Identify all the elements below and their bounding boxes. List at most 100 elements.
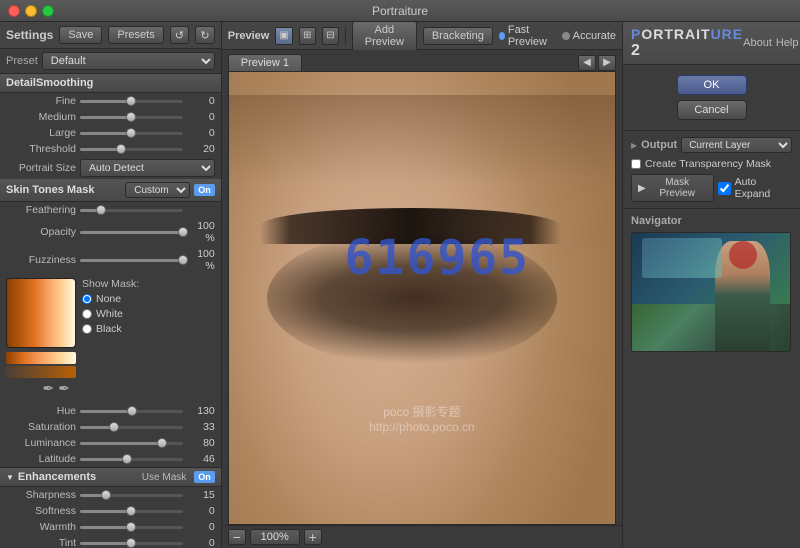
threshold-slider[interactable] bbox=[80, 148, 183, 151]
color-picker-area: ✒ ✒ Show Mask: None White bbox=[0, 274, 221, 403]
minimize-btn[interactable] bbox=[25, 5, 37, 17]
next-nav-btn[interactable]: ▶ bbox=[598, 55, 616, 71]
skin-tones-mask-header: Skin Tones Mask Custom On bbox=[0, 179, 221, 202]
about-button[interactable]: About bbox=[743, 37, 772, 49]
preview-tab-1[interactable]: Preview 1 bbox=[228, 54, 302, 71]
fine-slider[interactable] bbox=[80, 100, 183, 103]
large-slider[interactable] bbox=[80, 132, 183, 135]
threshold-value: 20 bbox=[187, 143, 215, 155]
output-header: ▶ Output Current Layer bbox=[631, 137, 792, 153]
medium-slider[interactable] bbox=[80, 116, 183, 119]
toolbar-separator bbox=[345, 28, 346, 44]
bracketing-button[interactable]: Bracketing bbox=[423, 27, 493, 45]
skin-tones-dropdown[interactable]: Custom bbox=[125, 182, 190, 198]
preview-image: 616965 poco 摄影专题 http://photo.poco.cn bbox=[229, 72, 615, 524]
app-title: Portraiture bbox=[372, 4, 428, 18]
left-panel-scroll: DetailSmoothing Fine 0 Medium 0 Lar bbox=[0, 74, 221, 548]
large-value: 0 bbox=[187, 127, 215, 139]
color-swatch[interactable] bbox=[6, 278, 76, 348]
sharpness-slider[interactable] bbox=[80, 494, 183, 497]
warmth-slider[interactable] bbox=[80, 526, 183, 529]
single-view-btn[interactable]: ▣ bbox=[275, 27, 292, 45]
fast-preview-option[interactable]: Fast Preview bbox=[499, 24, 556, 48]
enhancements-header: ▼ Enhancements Use Mask On bbox=[0, 467, 221, 487]
split-view-btn[interactable]: ⊞ bbox=[299, 27, 316, 45]
preview-canvas: 616965 poco 摄影专题 http://photo.poco.cn bbox=[228, 71, 616, 525]
softness-slider-row: Softness 0 bbox=[0, 503, 221, 519]
feathering-slider[interactable] bbox=[80, 209, 183, 212]
navigator-thumbnail bbox=[631, 232, 791, 352]
eyedropper-btn-1[interactable]: ✒ bbox=[43, 380, 55, 397]
mask-preview-chevron: ▶ bbox=[638, 183, 646, 194]
ok-button[interactable]: OK bbox=[677, 75, 747, 95]
portrait-size-label: Portrait Size bbox=[6, 162, 76, 174]
right-header-buttons: About Help bbox=[743, 37, 798, 49]
fuzziness-slider-row: Fuzziness 100 % bbox=[0, 246, 221, 274]
multi-view-btn[interactable]: ⊟ bbox=[322, 27, 339, 45]
close-btn[interactable] bbox=[8, 5, 20, 17]
eyedropper-btn-2[interactable]: ✒ bbox=[58, 380, 70, 397]
fuzziness-slider[interactable] bbox=[80, 259, 183, 262]
auto-expand-checkbox[interactable] bbox=[718, 182, 731, 195]
portrait-size-select[interactable]: Auto Detect bbox=[80, 159, 215, 177]
mask-preview-button[interactable]: ▶ Mask Preview bbox=[631, 174, 714, 202]
preset-row: Preset Default bbox=[0, 49, 221, 74]
tint-value: 0 bbox=[187, 537, 215, 548]
mask-preview-label: Mask Preview bbox=[648, 177, 707, 199]
softness-slider[interactable] bbox=[80, 510, 183, 513]
navigator-label: Navigator bbox=[631, 215, 792, 227]
opacity-slider-row: Opacity 100 % bbox=[0, 218, 221, 246]
latitude-slider[interactable] bbox=[80, 458, 183, 461]
fuzziness-label: Fuzziness bbox=[6, 254, 76, 266]
top-hair-area bbox=[229, 95, 615, 185]
presets-button[interactable]: Presets bbox=[108, 26, 163, 44]
nav-person bbox=[715, 241, 770, 351]
black-radio-row[interactable]: Black bbox=[82, 323, 215, 335]
zoom-minus-button[interactable]: − bbox=[228, 529, 246, 545]
right-header: PORTRAITURE 2 About Help bbox=[623, 22, 800, 65]
create-transparency-checkbox[interactable] bbox=[631, 159, 641, 169]
prev-nav-btn[interactable]: ◀ bbox=[578, 55, 596, 71]
preset-select[interactable]: Default bbox=[42, 52, 215, 70]
enhancements-chevron: ▼ bbox=[6, 473, 14, 482]
white-radio[interactable] bbox=[82, 309, 92, 319]
luminance-slider[interactable] bbox=[80, 442, 183, 445]
redo-button[interactable]: ↻ bbox=[195, 26, 215, 44]
opacity-value: 100 % bbox=[187, 220, 215, 244]
hue-slider[interactable] bbox=[80, 410, 183, 413]
output-select[interactable]: Current Layer bbox=[681, 137, 792, 153]
feathering-slider-row: Feathering bbox=[0, 202, 221, 218]
fine-value: 0 bbox=[187, 95, 215, 107]
sharpness-label: Sharpness bbox=[6, 489, 76, 501]
undo-button[interactable]: ↺ bbox=[170, 26, 190, 44]
white-radio-row[interactable]: White bbox=[82, 308, 215, 320]
cancel-button[interactable]: Cancel bbox=[677, 100, 747, 120]
use-mask-label: Use Mask bbox=[142, 472, 186, 483]
hue-label: Hue bbox=[6, 405, 76, 417]
feathering-label: Feathering bbox=[6, 204, 76, 216]
opacity-slider[interactable] bbox=[80, 231, 183, 234]
warmth-label: Warmth bbox=[6, 521, 76, 533]
hue-value: 130 bbox=[187, 405, 215, 417]
medium-value: 0 bbox=[187, 111, 215, 123]
save-button[interactable]: Save bbox=[59, 26, 102, 44]
output-label: Output bbox=[641, 139, 677, 151]
mask-preview-row: ▶ Mask Preview Auto Expand bbox=[631, 174, 792, 202]
maximize-btn[interactable] bbox=[42, 5, 54, 17]
create-transparency-label: Create Transparency Mask bbox=[645, 158, 771, 170]
zoom-plus-button[interactable]: + bbox=[304, 529, 322, 545]
tint-slider[interactable] bbox=[80, 542, 183, 545]
none-radio[interactable] bbox=[82, 294, 92, 304]
create-transparency-row: Create Transparency Mask bbox=[631, 158, 792, 170]
none-radio-row[interactable]: None bbox=[82, 293, 215, 305]
preview-toolbar: Preview ▣ ⊞ ⊟ Add Preview Bracketing Fas… bbox=[222, 22, 622, 50]
black-radio[interactable] bbox=[82, 324, 92, 334]
detail-smoothing-header: DetailSmoothing bbox=[0, 74, 221, 93]
ok-cancel-area: OK Cancel bbox=[623, 65, 800, 131]
help-button[interactable]: Help bbox=[776, 37, 799, 49]
add-preview-button[interactable]: Add Preview bbox=[352, 21, 417, 51]
accurate-option[interactable]: Accurate bbox=[562, 30, 616, 42]
skin-tones-on-badge: On bbox=[194, 184, 215, 196]
saturation-slider[interactable] bbox=[80, 426, 183, 429]
threshold-slider-row: Threshold 20 bbox=[0, 141, 221, 157]
